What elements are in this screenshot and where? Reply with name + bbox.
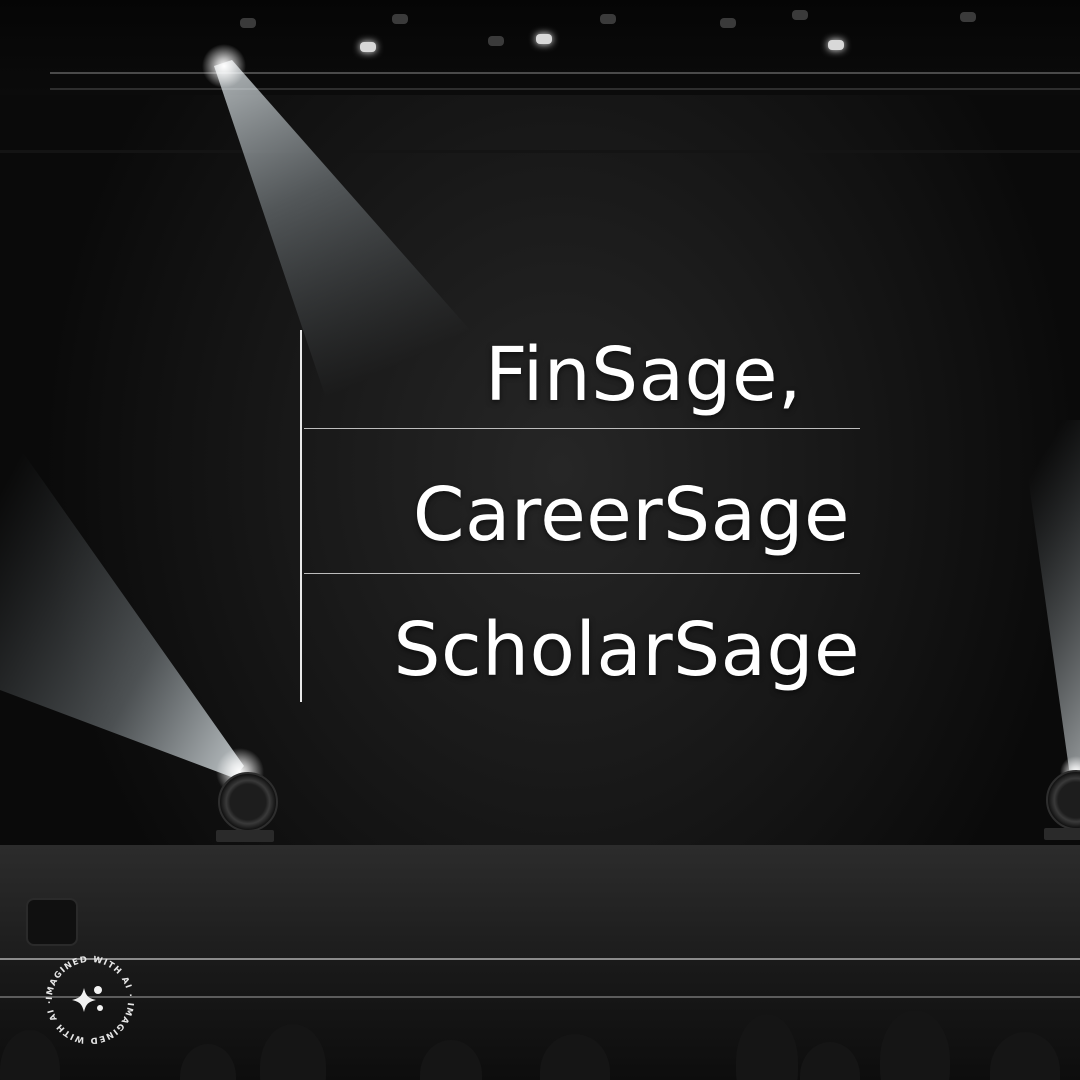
stage-scene: FinSage, CareerSage ScholarSage IMAGINED… <box>0 0 1080 1080</box>
floor-spotlight-base <box>216 830 274 842</box>
rig-light <box>720 18 736 28</box>
floor-spotlight-left <box>218 772 278 832</box>
rig-light <box>488 36 504 46</box>
rig-light <box>536 34 552 44</box>
stage-floor <box>0 845 1080 960</box>
headline-line-1: FinSage, <box>485 332 802 418</box>
truss-bar <box>50 88 1080 90</box>
rig-light <box>600 14 616 24</box>
imagined-with-ai-badge: IMAGINED WITH AI · IMAGINED WITH AI · <box>45 955 134 1045</box>
rig-light <box>240 18 256 28</box>
floor-spotlight-base <box>1044 828 1080 840</box>
rig-light <box>828 40 844 50</box>
headline-line-3: ScholarSage <box>393 607 860 693</box>
headline-vertical-rule <box>300 330 302 702</box>
stage-rail <box>0 996 1080 998</box>
sparkle-icon <box>72 986 103 1012</box>
curtain-edge <box>0 150 1080 153</box>
stage-monitor-speaker <box>26 898 78 946</box>
rig-light <box>792 10 808 20</box>
headline-divider <box>304 573 860 574</box>
headline-block: FinSage, CareerSage ScholarSage <box>300 330 860 702</box>
lighting-truss <box>0 0 1080 95</box>
rig-light <box>360 42 376 52</box>
headline-divider <box>304 428 860 429</box>
rig-light <box>392 14 408 24</box>
rig-light <box>960 12 976 22</box>
headline-line-2: CareerSage <box>412 472 850 558</box>
truss-bar <box>50 72 1080 74</box>
